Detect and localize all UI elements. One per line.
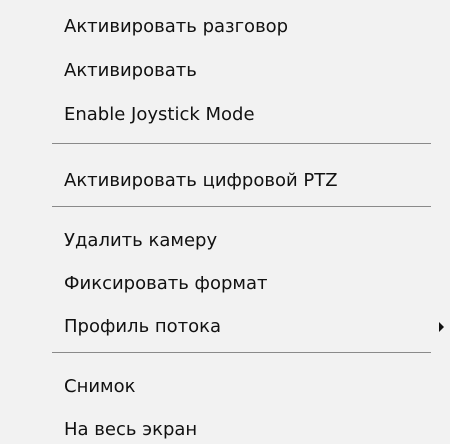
context-menu: Активировать разговор Активировать Enabl… (0, 0, 450, 444)
menu-item-label: Профиль потока (64, 316, 222, 337)
menu-item-label: На весь экран (64, 419, 198, 440)
menu-item-delete-camera[interactable]: Удалить камеру (0, 221, 450, 261)
menu-separator (52, 206, 431, 207)
menu-separator (52, 352, 431, 353)
menu-item-label: Снимок (64, 376, 136, 397)
menu-item-snapshot[interactable]: Снимок (0, 367, 450, 407)
menu-item-fullscreen[interactable]: На весь экран (0, 410, 450, 444)
menu-item-label: Фиксировать формат (64, 273, 268, 294)
menu-item-activate-digital-ptz[interactable]: Активировать цифровой PTZ (0, 161, 450, 201)
menu-item-label: Активировать цифровой PTZ (64, 170, 338, 191)
menu-item-label: Активировать разговор (64, 16, 289, 37)
menu-item-label: Удалить камеру (64, 230, 218, 251)
menu-item-stream-profile[interactable]: Профиль потока (0, 307, 450, 347)
menu-item-label: Активировать (64, 60, 197, 81)
menu-item-activate-talk[interactable]: Активировать разговор (0, 7, 450, 47)
menu-separator (52, 143, 431, 144)
menu-item-label: Enable Joystick Mode (64, 104, 255, 125)
menu-item-fix-format[interactable]: Фиксировать формат (0, 264, 450, 304)
menu-item-activate[interactable]: Активировать (0, 51, 450, 91)
chevron-right-icon (439, 322, 444, 332)
menu-item-enable-joystick-mode[interactable]: Enable Joystick Mode (0, 95, 450, 135)
